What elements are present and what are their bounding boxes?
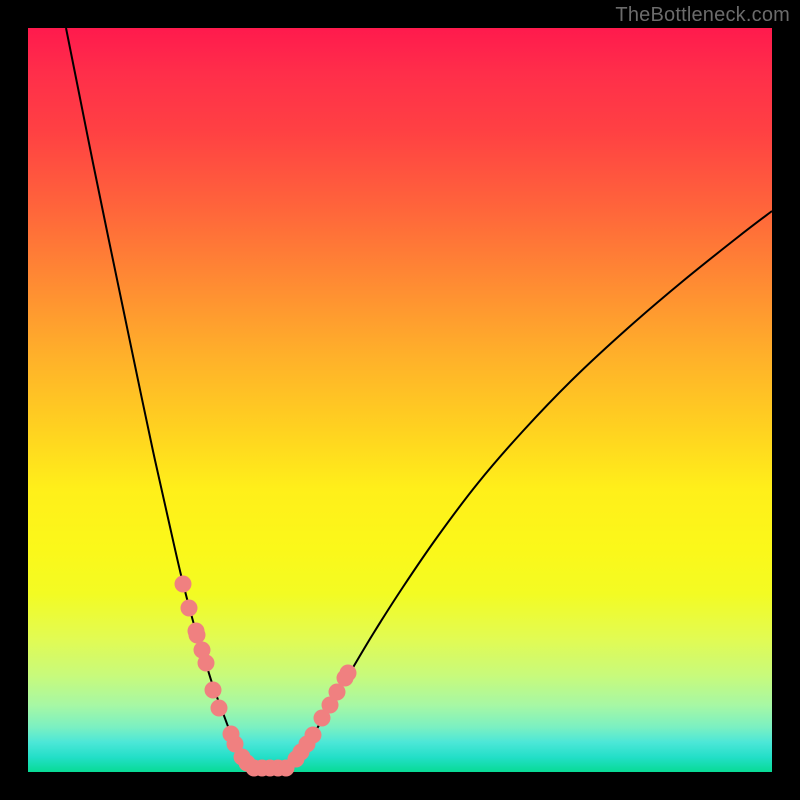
marker-bottom xyxy=(278,760,295,777)
chart-frame: TheBottleneck.com xyxy=(0,0,800,800)
chart-curve-layer xyxy=(28,28,772,772)
marker-left xyxy=(189,627,206,644)
curve-path xyxy=(66,28,772,769)
marker-left xyxy=(205,682,222,699)
marker-left xyxy=(175,576,192,593)
marker-left xyxy=(211,700,228,717)
watermark-text: TheBottleneck.com xyxy=(615,4,790,27)
marker-group xyxy=(175,576,357,777)
marker-left xyxy=(198,655,215,672)
marker-right xyxy=(340,665,357,682)
bottleneck-curve xyxy=(66,28,772,769)
marker-left xyxy=(181,600,198,617)
marker-right xyxy=(305,727,322,744)
